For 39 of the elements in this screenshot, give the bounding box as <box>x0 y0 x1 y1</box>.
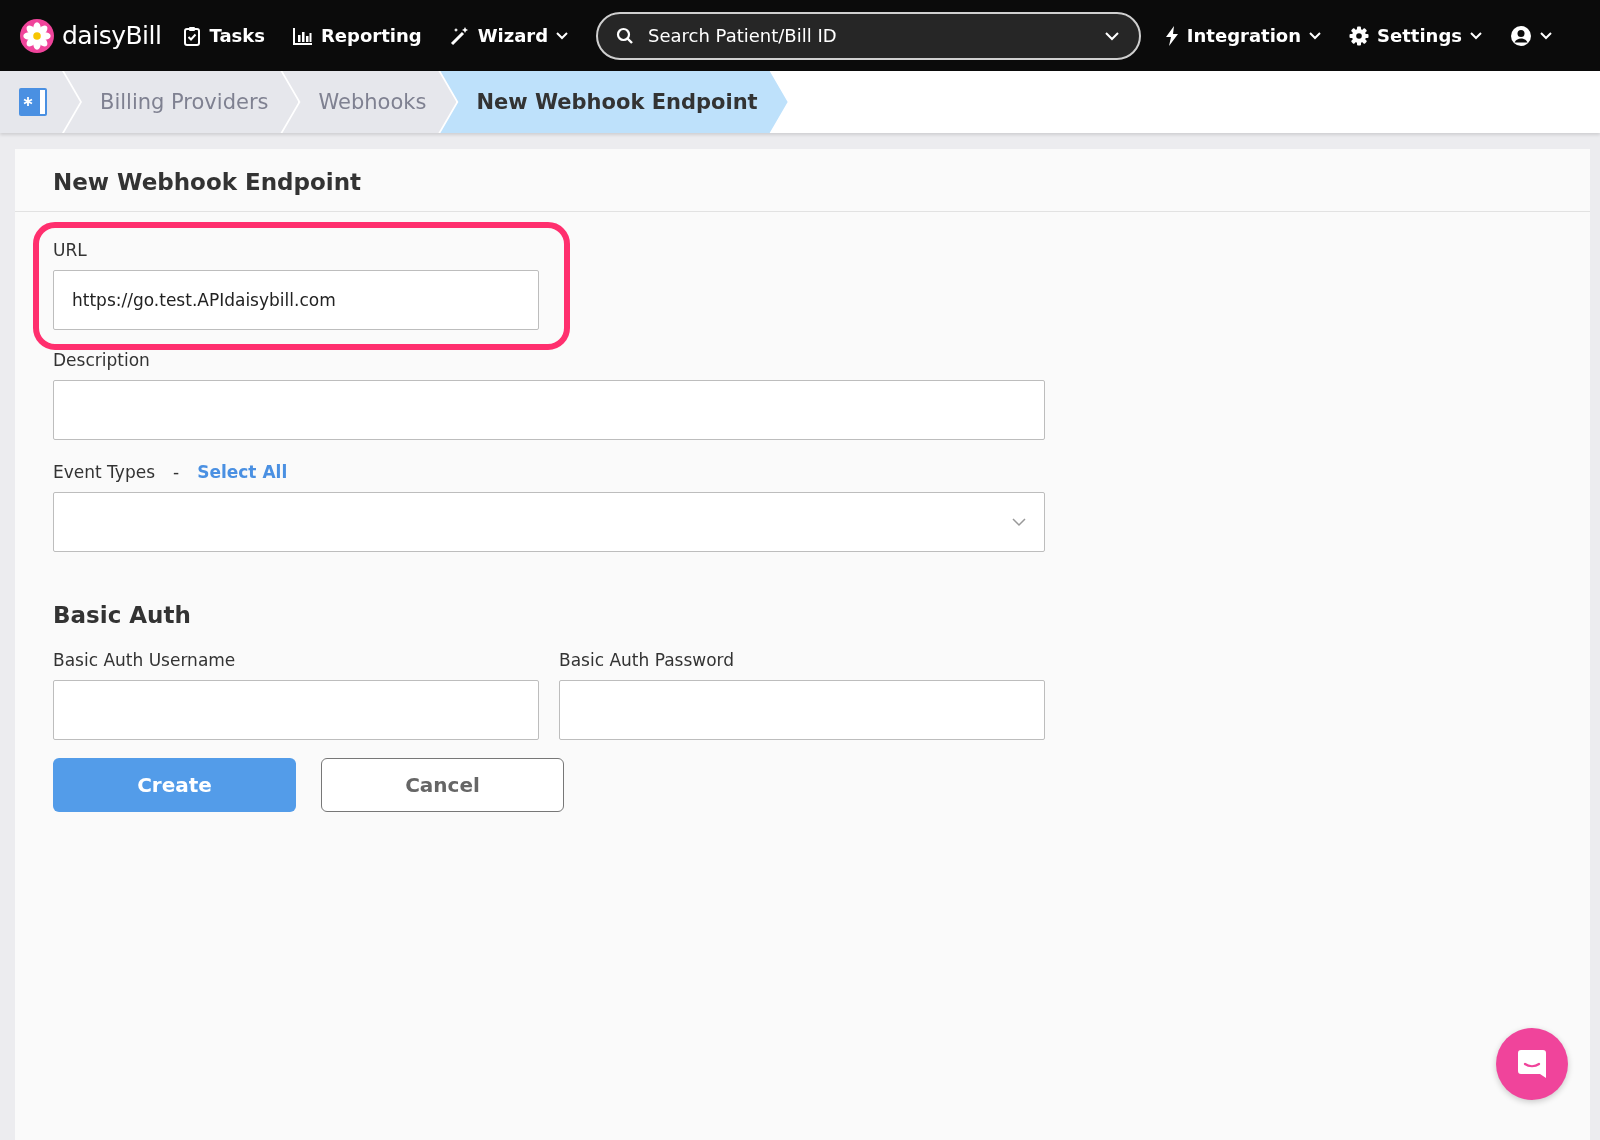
field-label: Basic Auth Username <box>53 650 237 670</box>
field-label: Description <box>53 350 151 370</box>
bar-chart-icon <box>292 26 313 45</box>
event-types-dropdown[interactable] <box>53 492 1045 552</box>
chevron-down-icon <box>1470 31 1482 40</box>
home-crumb[interactable] <box>0 71 80 133</box>
flower-logo-icon <box>20 18 54 53</box>
user-avatar-icon <box>1510 24 1532 47</box>
username-input-field[interactable] <box>53 680 539 740</box>
magic-wand-icon <box>449 25 470 46</box>
search-icon <box>616 26 635 45</box>
chevron-down-icon <box>1309 31 1322 40</box>
breadcrumb-item[interactable]: New Webhook Endpoint <box>440 71 788 133</box>
field-label: Basic Auth Password <box>559 650 736 670</box>
chevron-down-icon <box>1012 517 1026 527</box>
nav-menu-item[interactable]: Settings <box>1349 25 1482 46</box>
clipboard-icon <box>183 25 202 46</box>
chevron-down-icon <box>556 31 569 40</box>
nav-menu-item[interactable]: Integration <box>1164 25 1322 46</box>
logo-text: daisyBill <box>62 21 162 50</box>
nav-menu-item[interactable] <box>1510 24 1552 47</box>
chat-bubble-icon <box>1515 1047 1549 1081</box>
chevron-down-icon <box>1540 31 1552 40</box>
password-input-field[interactable] <box>559 680 1045 740</box>
field-label: URL <box>53 240 88 260</box>
lightning-bolt-icon <box>1164 25 1179 46</box>
nav-menu-item[interactable]: Tasks <box>183 25 265 46</box>
nav-menu-item[interactable]: Reporting <box>292 25 422 46</box>
cancel-button[interactable]: Cancel <box>321 758 564 812</box>
form-title: New Webhook Endpoint <box>15 149 1590 212</box>
field-label: Event Types <box>53 462 155 482</box>
separator-text: - <box>173 462 180 482</box>
url-input-field[interactable]: https://go.test.APIdaisybill.com <box>53 270 539 330</box>
provider-card-icon <box>18 87 48 117</box>
nav-menu-item[interactable]: Wizard <box>449 25 569 46</box>
description-input-field[interactable] <box>53 380 1045 440</box>
section-heading: Basic Auth <box>53 602 192 628</box>
chevron-down-icon <box>1104 31 1119 41</box>
search-field[interactable]: Search Patient/Bill ID <box>596 11 1141 60</box>
